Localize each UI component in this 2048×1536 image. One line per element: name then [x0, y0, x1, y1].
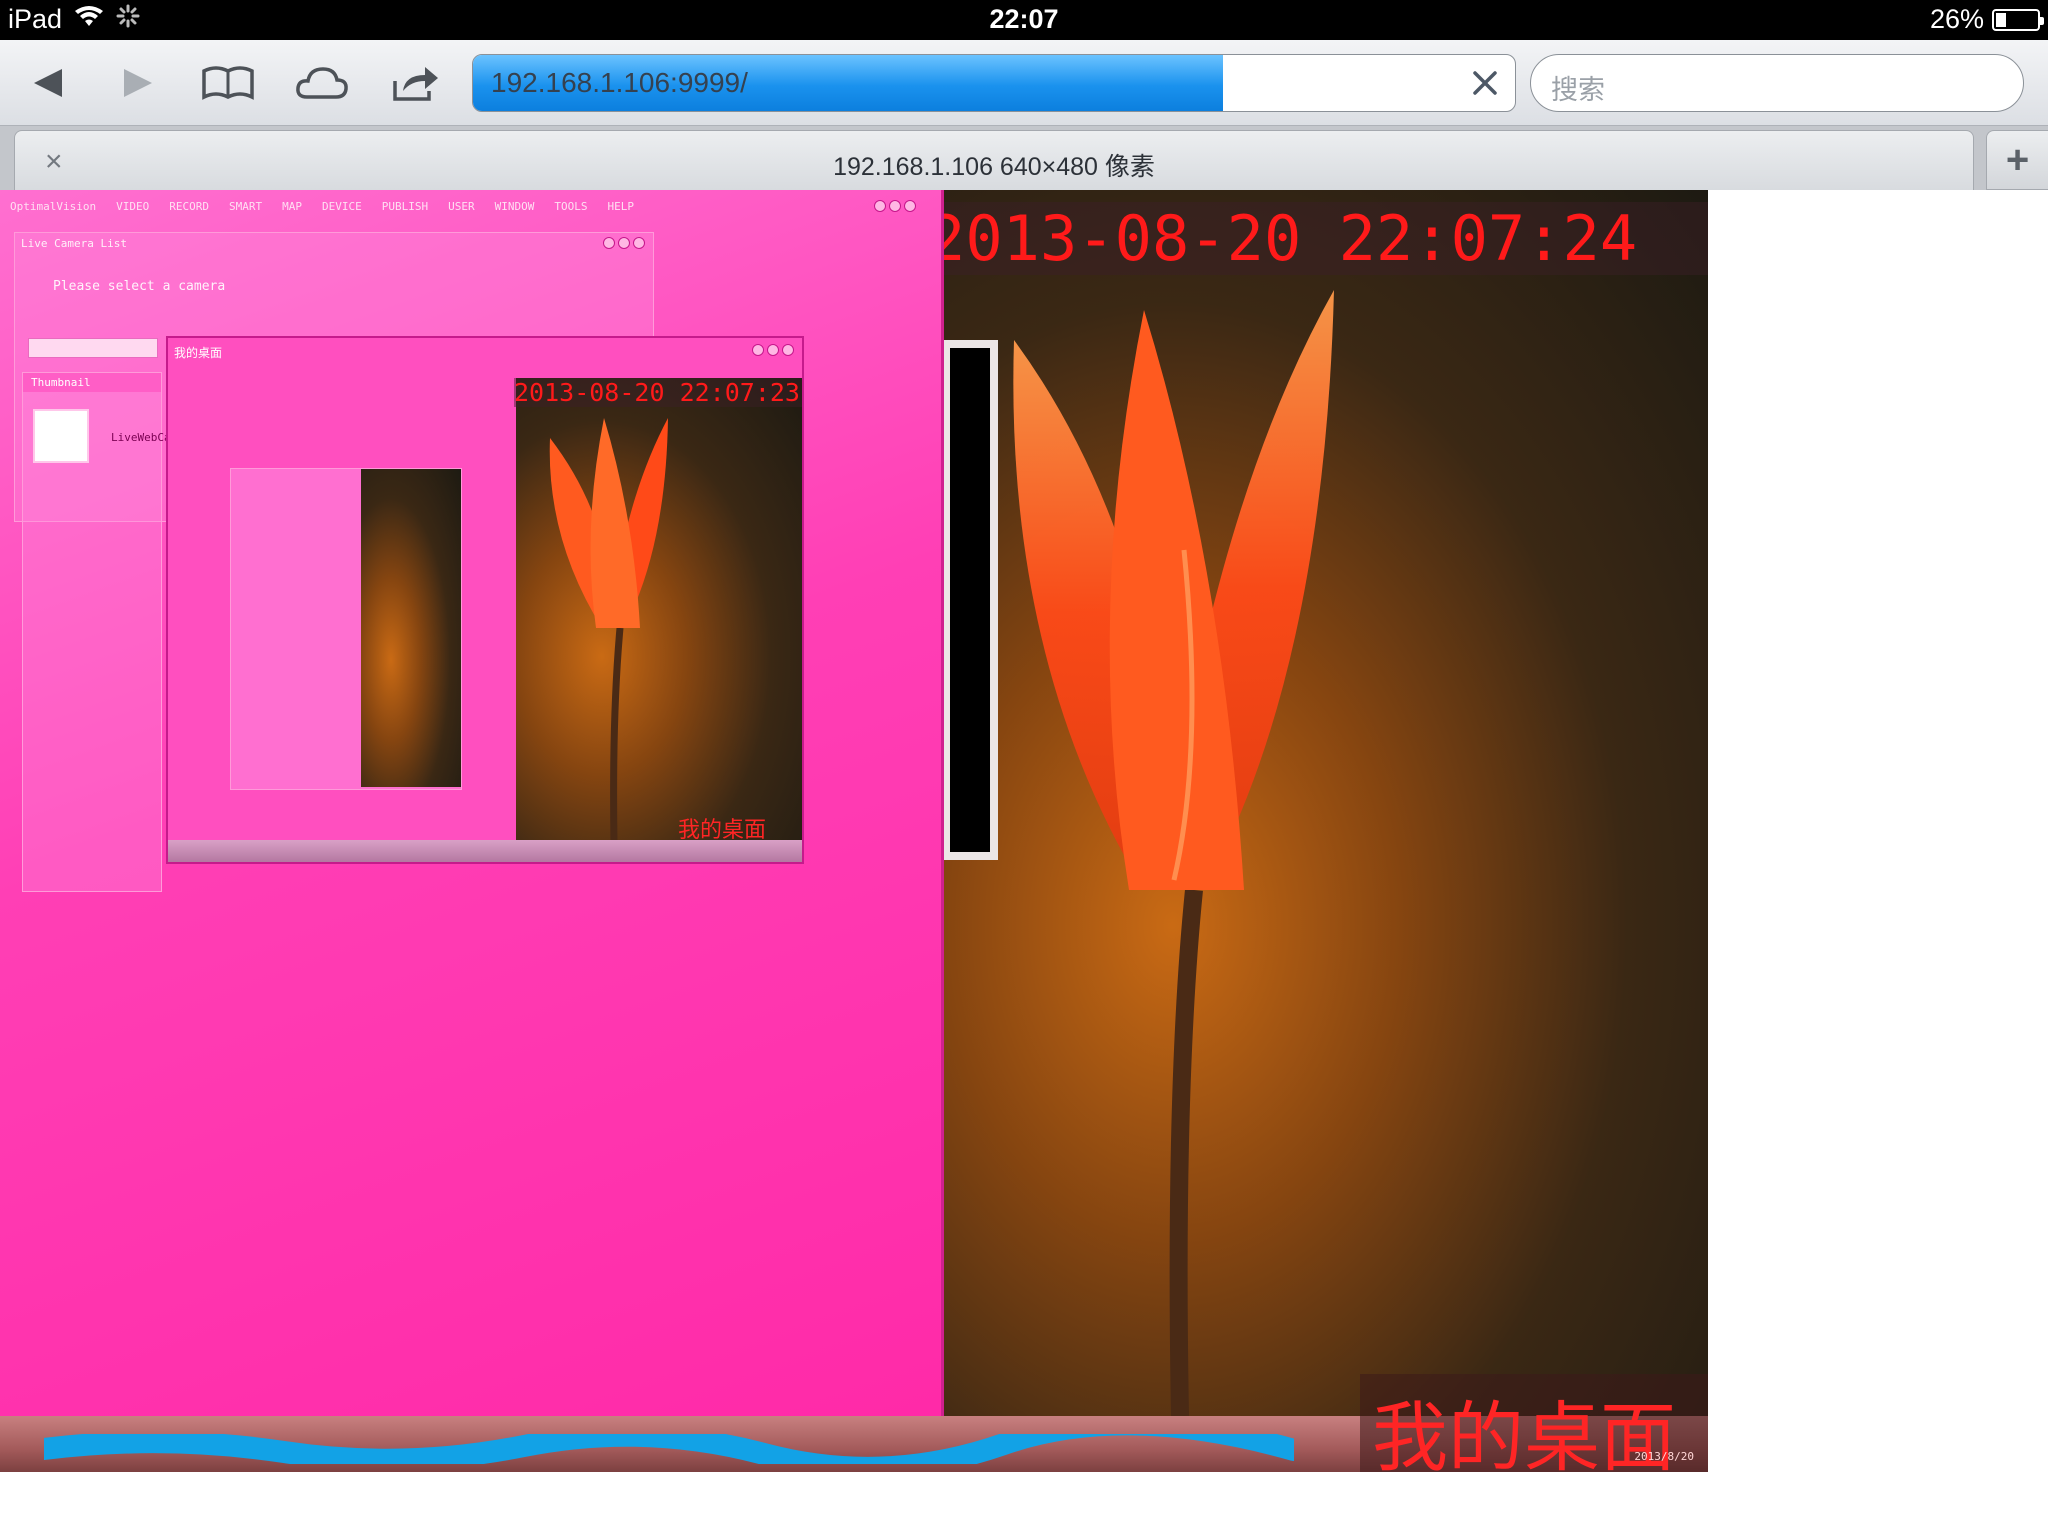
menu-item[interactable]: TOOLS [554, 200, 587, 220]
menu-item[interactable]: WINDOW [495, 200, 535, 220]
menu-item[interactable]: HELP [607, 200, 634, 220]
tulip-photo [944, 190, 1708, 1416]
clear-icon[interactable] [1465, 63, 1505, 103]
nested-timestamp: 2013-08-20 22:07:23 [514, 378, 802, 407]
main-timestamp: 2013-08-20 22:07:24 [918, 202, 1708, 275]
panel-message: Please select a camera [53, 279, 226, 294]
bookmarks-icon[interactable] [200, 58, 256, 108]
forward-icon[interactable] [110, 58, 166, 108]
app-menubar: OptimalVision VIDEO RECORD SMART MAP DEV… [10, 200, 910, 220]
nested-desktop-window: 我的桌面 2013-08-20 22:07:23 我的桌面 [166, 336, 804, 864]
nested-taskbar [168, 840, 802, 862]
nested-inner-window [230, 468, 462, 790]
search-field[interactable]: 搜索 [1530, 54, 2024, 112]
tab-title: 192.168.1.106 640×480 像素 [833, 153, 1155, 181]
share-icon[interactable] [388, 58, 444, 108]
tulip-graphic [1013, 290, 1334, 1416]
status-bar: iPad 22:07 26% [0, 0, 2048, 40]
optimalvision-window: OptimalVision VIDEO RECORD SMART MAP DEV… [0, 190, 944, 1416]
browser-toolbar: 192.168.1.106:9999/ 搜索 [0, 40, 2048, 126]
thumbnail-header: Thumbnail [23, 373, 161, 392]
menu-item[interactable]: USER [448, 200, 475, 220]
thumbnail-panel: Thumbnail LiveWebCam [22, 372, 177, 892]
tab-bar: × 192.168.1.106 640×480 像素 + [0, 126, 2048, 190]
nested-window-title: 我的桌面 [174, 346, 223, 360]
menu-item[interactable]: OptimalVision [10, 200, 96, 220]
menu-item[interactable]: VIDEO [116, 200, 149, 220]
main-caption: 我的桌面 [1372, 1393, 1676, 1472]
panel-controls[interactable] [603, 237, 645, 249]
menu-item[interactable]: PUBLISH [382, 200, 428, 220]
icloud-tabs-icon[interactable] [294, 58, 350, 108]
remote-desktop-image: 2013-08-20 22:07:24 OptimalVision VIDEO … [0, 190, 1708, 1472]
menu-item[interactable]: DEVICE [322, 200, 362, 220]
search-placeholder: 搜索 [1551, 75, 1605, 105]
window-controls[interactable] [874, 200, 916, 212]
redaction-scribble [33, 1413, 1305, 1472]
panel-title: Live Camera List [21, 237, 127, 250]
tray-date: 2013/8/20 [1634, 1450, 1694, 1463]
battery-fill [1996, 12, 2007, 27]
url-text: 192.168.1.106:9999/ [491, 67, 748, 98]
tab-current[interactable]: × 192.168.1.106 640×480 像素 [14, 130, 1974, 190]
menu-item[interactable]: MAP [282, 200, 302, 220]
scroll-window [944, 340, 998, 860]
battery-percent: 26% [1929, 4, 1984, 34]
address-bar[interactable]: 192.168.1.106:9999/ [472, 54, 1516, 112]
nested-tulip-graphic [549, 418, 668, 842]
camera-search-input[interactable] [28, 338, 158, 358]
back-icon[interactable] [20, 58, 76, 108]
clock: 22:07 [989, 4, 1059, 34]
menu-item[interactable]: RECORD [169, 200, 209, 220]
battery-icon [1992, 8, 2044, 31]
inner-tulip-photo [361, 469, 461, 787]
menu-item[interactable]: SMART [229, 200, 262, 220]
nested-tulip-photo [516, 378, 802, 842]
camera-thumbnail[interactable] [33, 409, 89, 463]
nested-window-controls[interactable] [752, 344, 794, 356]
new-tab-button[interactable]: + [1986, 130, 2048, 190]
